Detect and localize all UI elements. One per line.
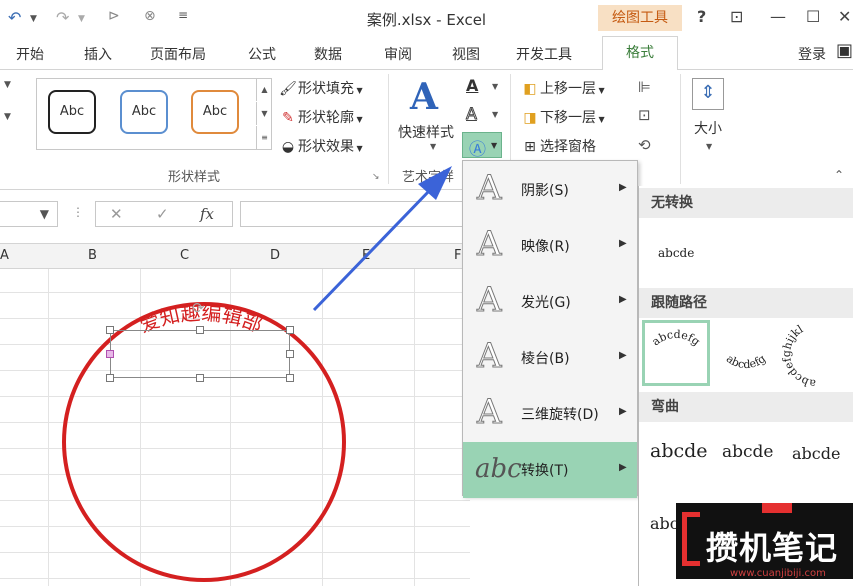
logo-bracket (682, 512, 700, 566)
follow-path-arch-down-option[interactable]: abcdefg (712, 320, 780, 386)
warp-option-2[interactable]: abcde (722, 442, 773, 462)
section-header-warp: 弯曲 (639, 392, 853, 422)
logo-accent (762, 503, 792, 513)
menu-item-bevel[interactable]: A 棱台(B) ▶ (463, 330, 637, 386)
shadow-icon: A (477, 168, 503, 209)
follow-path-circle-option[interactable]: abcdefghijkl (780, 318, 852, 388)
no-transform-option[interactable]: abcde (658, 246, 694, 260)
menu-item-reflection[interactable]: A 映像(R) ▶ (463, 218, 637, 274)
menu-item-glow[interactable]: A 发光(G) ▶ (463, 274, 637, 330)
submenu-arrow-icon: ▶ (619, 182, 627, 193)
submenu-arrow-icon: ▶ (619, 294, 627, 305)
svg-text:abcdefg: abcdefg (724, 352, 768, 371)
submenu-arrow-icon: ▶ (619, 238, 627, 249)
logo-url: www.cuanjibiji.com (730, 568, 826, 579)
arrow-head (418, 166, 452, 200)
arrow-line (312, 188, 432, 312)
warp-option-3[interactable]: abcde (792, 444, 840, 463)
glow-icon: A (477, 280, 503, 321)
menu-item-shadow[interactable]: A 阴影(S) ▶ (463, 162, 637, 218)
submenu-arrow-icon: ▶ (619, 350, 627, 361)
submenu-arrow-icon: ▶ (619, 462, 627, 473)
follow-path-arch-up-sample: abcdefg (649, 328, 702, 348)
logo-text: 攒机笔记 (706, 529, 839, 567)
section-header-follow-path: 跟随路径 (639, 288, 853, 318)
section-header-no-transform: 无转换 (639, 188, 853, 218)
svg-text:abcdefghijkl: abcdefghijkl (780, 322, 816, 388)
reflection-icon: A (477, 224, 503, 265)
bevel-icon: A (477, 336, 503, 377)
svg-text:abcdefg: abcdefg (649, 328, 702, 348)
transform-icon: abc (475, 454, 522, 484)
menu-item-transform[interactable]: abc 转换(T) ▶ (463, 442, 637, 498)
submenu-arrow-icon: ▶ (619, 406, 627, 417)
3d-rotation-icon: A (477, 392, 503, 433)
menu-item-3d-rotation[interactable]: A 三维旋转(D) ▶ (463, 386, 637, 442)
warp-option-1[interactable]: abcde (650, 440, 708, 462)
